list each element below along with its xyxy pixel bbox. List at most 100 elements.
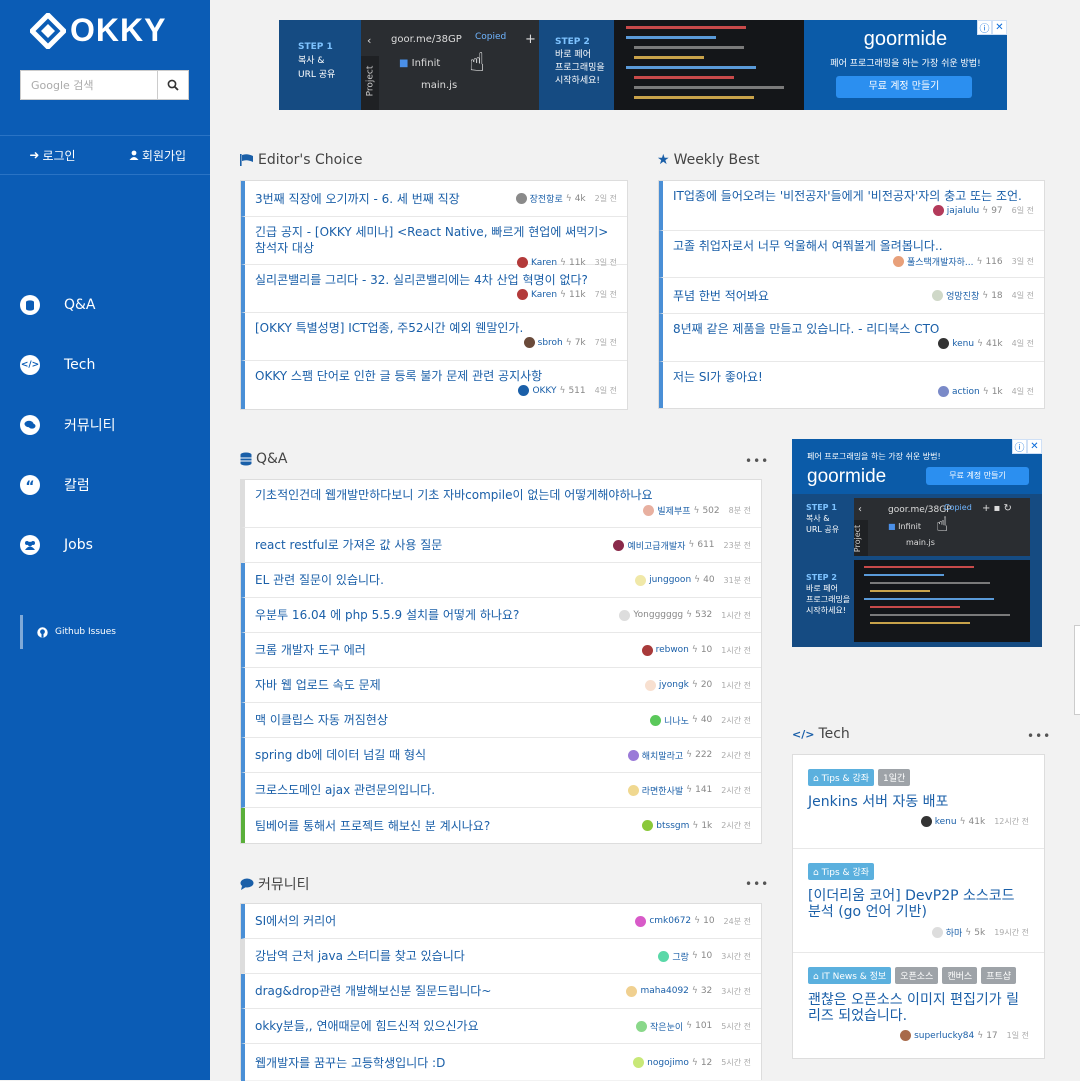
community-title: 커뮤니티 (240, 874, 310, 894)
list-item[interactable]: 자바 웹 업로드 속도 문제 jyongk ϟ 20 1시간 전 (241, 668, 761, 703)
post-time: 3시간 전 (721, 986, 751, 996)
post-time: 2시간 전 (721, 715, 751, 725)
ad-info-icon[interactable]: ⓘ (977, 20, 992, 35)
post-title: SI에서의 커리어 (255, 914, 337, 928)
post-author[interactable]: jajalulu (947, 206, 979, 216)
ad-side-cta-button[interactable]: 무료 계정 만들기 (926, 467, 1029, 485)
ad-banner-side[interactable]: 페어 프로그래밍을 하는 가장 쉬운 방법! goormide 무료 계정 만들… (792, 439, 1042, 647)
list-item[interactable]: 팀베어를 통해서 프로젝트 해보신 분 계시나요? btssgm ϟ 1k 2시간 전 (241, 808, 761, 843)
post-author[interactable]: action (952, 387, 980, 397)
list-item[interactable]: 저는 SI가 좋아요! action ϟ 1k 4일 전 (659, 362, 1044, 408)
list-item[interactable]: 크롬 개발자 도구 에러 rebwon ϟ 10 1시간 전 (241, 633, 761, 668)
signup-link[interactable]: 회원가입 (105, 147, 210, 164)
tech-item[interactable]: ⌂ Tips & 강좌 [이더리움 코어] DevP2P 소스코드 분석 (go… (793, 849, 1044, 953)
post-score: 1k (701, 820, 713, 831)
ad-side-tagline: 페어 프로그래밍을 하는 가장 쉬운 방법! (807, 452, 941, 461)
nav-item-community[interactable]: 커뮤니티 (20, 410, 116, 440)
post-author[interactable]: 풀스택개발자하... (907, 255, 974, 268)
tag-badge[interactable]: 프트샵 (981, 967, 1017, 984)
post-author[interactable]: Karen (531, 290, 557, 300)
list-item[interactable]: 푸념 한번 적어봐요 엉망진창 ϟ 18 4일 전 (659, 278, 1044, 314)
list-item[interactable]: 긴급 공지 - [OKKY 세미나] <React Native, 빠르게 현업… (241, 217, 627, 268)
list-item[interactable]: drag&drop관련 개발해보신분 질문드립니다~ maha4092 ϟ 32 3시… (241, 974, 761, 1009)
post-author[interactable]: Yongggggg (633, 610, 683, 620)
tag-badge[interactable]: 1일간 (878, 769, 911, 786)
post-author[interactable]: sbroh (538, 338, 563, 348)
list-item[interactable]: okky분들,, 연애때문에 힘드신적 있으신가요 작은눈이 ϟ 101 5시간 전 (241, 1009, 761, 1044)
list-item[interactable]: 웹개발자를 꿈꾸는 고등학생입니다 :D nogojimo ϟ 12 5시간 전 (241, 1044, 761, 1081)
ad-back-icon: ‹ (367, 34, 372, 47)
tag-badge[interactable]: 오픈소스 (895, 967, 939, 984)
nav-item-tech[interactable]: </> Tech (20, 350, 116, 380)
post-time: 3일 전 (1011, 257, 1034, 266)
post-author[interactable]: 그랑 (672, 950, 689, 963)
post-author[interactable]: cmk0672 (649, 916, 691, 926)
post-author[interactable]: OKKY (532, 386, 556, 396)
tag-category[interactable]: ⌂ Tips & 강좌 (808, 769, 875, 786)
list-item[interactable]: spring db에 데이터 넘길 때 형식 해치말라고 ϟ 222 2시간 전 (241, 738, 761, 773)
nav-item-qna[interactable]: Q&A (20, 290, 116, 320)
search-input[interactable] (21, 71, 157, 99)
ad-side-step1-text1: 복사 & (806, 514, 830, 523)
search-button[interactable] (157, 71, 188, 99)
post-author[interactable]: 빌제부프 (657, 504, 690, 517)
post-author[interactable]: 장전항로 (530, 192, 563, 205)
ad-side-step2-label: STEP 2 (806, 573, 837, 582)
post-author[interactable]: kenu (935, 817, 957, 827)
tech-item[interactable]: ⌂ IT News & 정보 오픈소스 캔버스 프트샵 괜찮은 오픈소스 이미지… (793, 953, 1044, 1053)
post-author[interactable]: nogojimo (647, 1058, 689, 1068)
tag-category[interactable]: ⌂ Tips & 강좌 (808, 863, 875, 880)
post-author[interactable]: 작은눈이 (650, 1020, 683, 1033)
list-item[interactable]: 기초적인건데 웹개발만하다보니 기초 자바compile이 없는데 어떻게해야하… (241, 480, 761, 528)
post-author[interactable]: jyongk (659, 680, 689, 690)
post-score: 532 (695, 610, 713, 620)
ad-close-icon[interactable]: ✕ (992, 20, 1007, 35)
list-item[interactable]: OKKY 스팸 단어로 인한 글 등록 불가 문제 관련 공지사항 OKKY ϟ 5… (241, 361, 627, 409)
ad-side-info-icon[interactable]: ⓘ (1012, 439, 1027, 454)
list-item[interactable]: SI에서의 커리어 cmk0672 ϟ 10 24분 전 (241, 904, 761, 939)
ad-side-close-icon[interactable]: ✕ (1027, 439, 1042, 454)
login-link[interactable]: ➜ 로그인 (0, 147, 105, 164)
post-author[interactable]: 라면한사발 (642, 784, 683, 797)
list-item[interactable]: [OKKY 특별성명] ICT업종, 주52시간 예외 웬말인가. sbroh ϟ… (241, 313, 627, 361)
list-item[interactable]: 우분투 16.04 에 php 5.5.9 설치를 어떻게 하나요? Yongg… (241, 598, 761, 633)
ad-cta-button[interactable]: 무료 계정 만들기 (836, 76, 972, 98)
list-item[interactable]: 8년째 같은 제품을 만들고 있습니다. - 리디북스 CTO kenu ϟ 41k… (659, 314, 1044, 362)
post-author[interactable]: rebwon (656, 645, 689, 655)
tech-more-button[interactable]: ••• (1027, 729, 1051, 743)
list-item[interactable]: 고졸 취업자로서 너무 억울해서 여쭤볼게 올려봅니다.. 풀스택개발자하...… (659, 231, 1044, 278)
github-issues-link[interactable]: Github Issues (20, 615, 116, 649)
list-item[interactable]: 크로스도메인 ajax 관련문의입니다. 라면한사발 ϟ 141 2시간 전 (241, 773, 761, 808)
qna-more-button[interactable]: ••• (745, 454, 769, 468)
list-item[interactable]: 맥 이클립스 자동 꺼짐현상 니나노 ϟ 40 2시간 전 (241, 703, 761, 738)
nav-item-jobs[interactable]: Jobs (20, 530, 116, 560)
avatar (523, 337, 535, 348)
post-author[interactable]: btssgm (656, 821, 689, 831)
list-item[interactable]: EL 관련 질문이 있습니다. junggoon ϟ 40 31분 전 (241, 563, 761, 598)
list-item[interactable]: 강남역 근처 java 스터디를 찾고 있습니다 그랑 ϟ 10 3시간 전 (241, 939, 761, 974)
community-more-button[interactable]: ••• (745, 877, 769, 891)
post-author[interactable]: kenu (952, 339, 974, 349)
post-author[interactable]: 예비고급개발자 (627, 539, 685, 552)
quote-icon: “ (20, 475, 40, 495)
tag-category[interactable]: ⌂ IT News & 정보 (808, 967, 892, 984)
list-item[interactable]: 3번째 직장에 오기까지 - 6. 세 번째 직장 장전항로 ϟ 4k 2일 전 (241, 181, 627, 217)
ad-side-back-icon: ‹ (858, 504, 862, 515)
nav-item-column[interactable]: “ 칼럼 (20, 470, 116, 500)
list-item[interactable]: IT업종에 들어오려는 '비전공자'들에게 '비전공자'자의 충고 또는 조언.… (659, 181, 1044, 231)
post-author[interactable]: maha4092 (640, 986, 688, 996)
post-author[interactable]: 엉망진창 (946, 289, 979, 302)
okky-logo[interactable]: OKKY (30, 12, 166, 49)
list-item[interactable]: react restful로 가져온 값 사용 질문 예비고급개발자 ϟ 611 23… (241, 528, 761, 563)
tech-item[interactable]: ⌂ Tips & 강좌 1일간 Jenkins 서버 자동 배포 kenu ϟ 41… (793, 755, 1044, 849)
post-author[interactable]: 니나노 (664, 714, 689, 727)
list-item[interactable]: 실리콘밸리를 그리다 - 32. 실리콘밸리에는 4차 산업 혁명이 없다? K… (241, 265, 627, 313)
post-score: 611 (697, 540, 715, 550)
ad-banner-top[interactable]: STEP 1 복사 & URL 공유 ‹ goor.me/38GP Copied… (279, 20, 1007, 110)
post-author[interactable]: 해치말라고 (642, 749, 683, 762)
post-author[interactable]: 하마 (946, 926, 963, 939)
post-title: 푸념 한번 적어봐요 (673, 288, 769, 303)
post-author[interactable]: junggoon (649, 575, 691, 585)
tag-badge[interactable]: 캔버스 (942, 967, 978, 984)
post-author[interactable]: superlucky84 (914, 1031, 974, 1041)
